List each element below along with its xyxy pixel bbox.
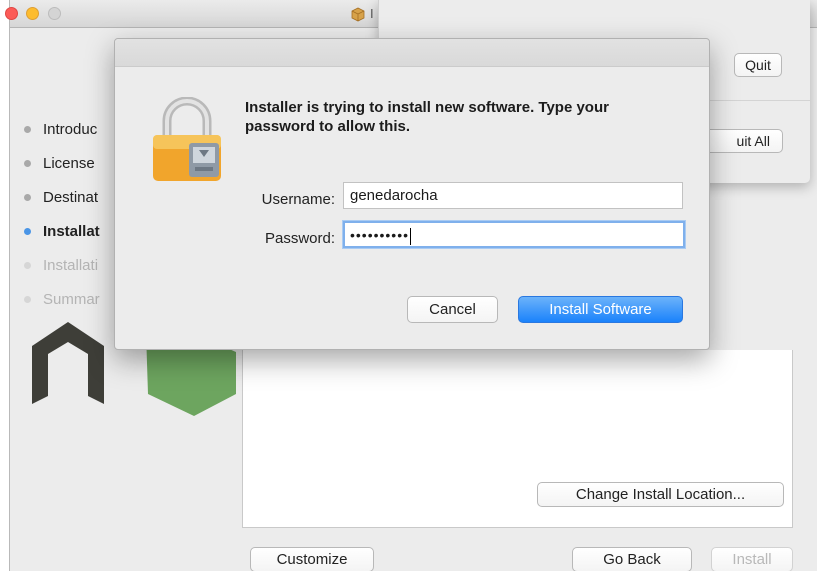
step-label: Destinat	[43, 188, 99, 206]
window-title: I	[370, 6, 374, 21]
step-list: Introduc License Destinat Installat Inst…	[24, 112, 124, 316]
step-dot	[24, 227, 31, 235]
dialog-message: Installer is trying to install new softw…	[245, 99, 609, 135]
cancel-button[interactable]: Cancel	[407, 296, 498, 323]
text-caret	[410, 227, 412, 245]
step-label: Introduc	[43, 120, 98, 138]
close-window-button[interactable]	[5, 7, 18, 20]
step-summary: Summar	[24, 282, 124, 316]
username-label: Username:	[261, 191, 335, 208]
step-dot	[24, 159, 31, 167]
lock-icon	[153, 97, 221, 181]
password-dialog: Installer is trying to install new softw…	[114, 38, 710, 350]
install-button[interactable]: Install	[711, 547, 793, 571]
password-field[interactable]: ••••••••••	[343, 221, 685, 248]
dialog-titlebar	[115, 39, 709, 67]
step-introduction: Introduc	[24, 112, 124, 146]
password-label: Password:	[264, 230, 335, 247]
step-label: Installati	[43, 256, 99, 274]
step-dot	[24, 261, 31, 269]
step-dot	[24, 193, 31, 201]
quit-button[interactable]: Quit	[734, 53, 782, 77]
change-install-location-button[interactable]: Change Install Location...	[537, 482, 784, 507]
minimize-window-button[interactable]	[26, 7, 39, 20]
step-label: License	[43, 154, 95, 172]
install-software-button[interactable]: Install Software	[518, 296, 683, 323]
step-dot	[24, 295, 31, 303]
package-icon	[351, 7, 365, 22]
password-value: ••••••••••	[350, 227, 410, 243]
step-license: License	[24, 146, 124, 180]
step-label: Summar	[43, 290, 100, 308]
username-field[interactable]: genedarocha	[343, 182, 683, 209]
step-label: Installat	[43, 222, 100, 240]
go-back-button[interactable]: Go Back	[572, 547, 692, 571]
step-destination: Destinat	[24, 180, 124, 214]
step-installation: Installati	[24, 248, 124, 282]
step-installation-type: Installat	[24, 214, 124, 248]
customize-button[interactable]: Customize	[250, 547, 374, 571]
zoom-window-button[interactable]	[48, 7, 61, 20]
step-dot	[24, 125, 31, 133]
